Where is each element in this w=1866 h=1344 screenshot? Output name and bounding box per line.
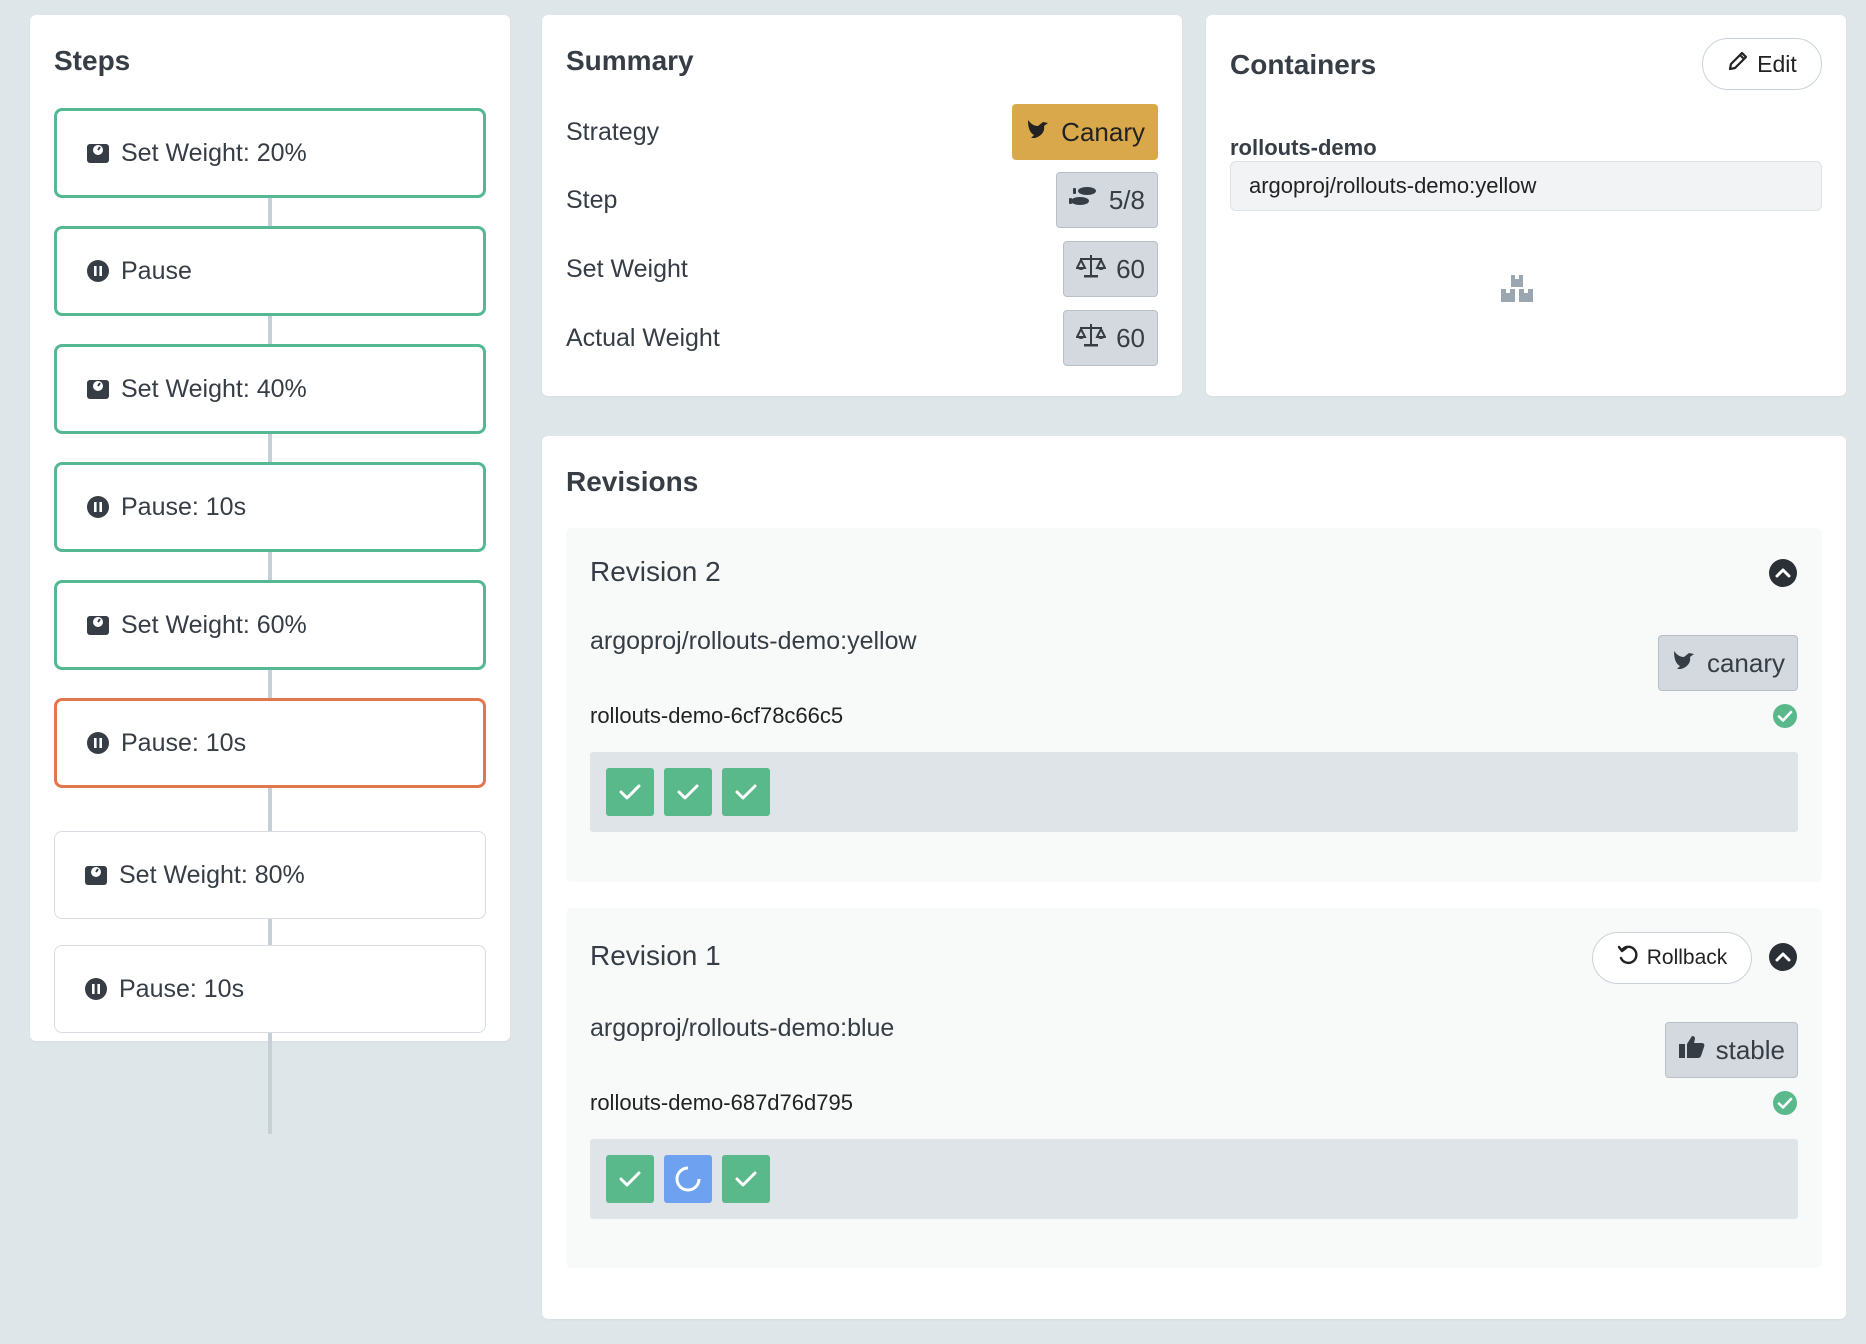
step-label: Pause: 10s	[121, 728, 247, 757]
pod-status-ok[interactable]	[722, 768, 770, 816]
strategy-badge: Canary	[1012, 104, 1158, 160]
replicaset-name[interactable]: rollouts-demo-6cf78c66c5	[590, 703, 843, 729]
actual-weight-label: Actual Weight	[566, 323, 720, 352]
pod-status-ok[interactable]	[606, 1155, 654, 1203]
steps-title: Steps	[54, 45, 131, 76]
step-label: Pause	[121, 256, 192, 285]
step-label: Set Weight: 80%	[119, 860, 305, 889]
pencil-icon	[1727, 50, 1749, 78]
check-icon	[619, 1171, 641, 1187]
replicaset-name[interactable]: rollouts-demo-687d76d795	[590, 1090, 853, 1116]
scale-weight-icon	[85, 140, 111, 166]
pod-status-ok[interactable]	[606, 768, 654, 816]
chevron-up-icon[interactable]	[1768, 558, 1798, 588]
pods-bar	[590, 752, 1798, 832]
step-label: Pause: 10s	[119, 974, 245, 1003]
revisions-title: Revisions	[566, 466, 699, 497]
revision-image: argoproj/rollouts-demo:blue	[590, 1014, 895, 1042]
step-pause[interactable]: Pause	[54, 226, 486, 316]
undo-icon	[1617, 944, 1639, 972]
step-pause-10s-current[interactable]: Pause: 10s	[54, 698, 486, 788]
strategy-label: Strategy	[566, 117, 660, 146]
step-label: Set Weight: 40%	[121, 374, 307, 403]
step-pause-10s-final[interactable]: Pause: 10s	[54, 945, 486, 1033]
revision-title: Revision 1	[590, 940, 721, 971]
edit-button[interactable]: Edit	[1702, 38, 1822, 90]
revision-card: Revision 1 Rollback argoproj/rollouts-de…	[566, 908, 1822, 1268]
set-weight-value: 60	[1116, 253, 1145, 284]
pod-status-ok[interactable]	[722, 1155, 770, 1203]
container-image-field[interactable]: argoproj/rollouts-demo:yellow	[1230, 161, 1822, 211]
summary-step-row: Step 5/8	[566, 172, 1158, 228]
pod-status-progress[interactable]	[664, 1155, 712, 1203]
revision-title: Revision 2	[590, 556, 721, 587]
edit-label: Edit	[1757, 50, 1797, 77]
summary-title: Summary	[566, 45, 694, 76]
step-label: Step	[566, 185, 618, 214]
balance-scale-icon	[1075, 253, 1107, 286]
bird-icon	[1671, 647, 1697, 680]
step-label: Set Weight: 20%	[121, 138, 307, 167]
step-set-weight-20[interactable]: Set Weight: 20%	[54, 108, 486, 198]
rollback-label: Rollback	[1646, 946, 1728, 969]
actual-weight-badge: 60	[1063, 310, 1158, 366]
step-set-weight-60[interactable]: Set Weight: 60%	[54, 580, 486, 670]
pause-icon	[85, 258, 111, 284]
step-set-weight-80[interactable]: Set Weight: 80%	[54, 831, 486, 919]
revision-image: argoproj/rollouts-demo:yellow	[590, 627, 917, 655]
boxes-icon	[1500, 273, 1536, 310]
scale-weight-icon	[85, 612, 111, 638]
set-weight-badge: 60	[1063, 241, 1158, 297]
balance-scale-icon	[1075, 322, 1107, 355]
scale-weight-icon	[85, 376, 111, 402]
check-circle-icon	[1773, 1091, 1797, 1115]
actual-weight-value: 60	[1116, 322, 1145, 353]
pods-bar	[590, 1139, 1798, 1219]
check-circle-icon	[1773, 704, 1797, 728]
chevron-up-icon[interactable]	[1768, 942, 1798, 972]
summary-panel: Summary Strategy Canary Step 5/8 Set Wei…	[542, 15, 1182, 396]
pod-status-ok[interactable]	[664, 768, 712, 816]
rollback-button[interactable]: Rollback	[1592, 932, 1752, 984]
check-icon	[677, 784, 699, 800]
shoe-prints-icon	[1068, 184, 1099, 217]
step-badge: 5/8	[1055, 172, 1158, 228]
container-name: rollouts-demo	[1230, 135, 1377, 160]
revision-card: Revision 2 argoproj/rollouts-demo:yellow…	[566, 528, 1822, 882]
steps-panel: Steps Set Weight: 20% Pause Set Weight: …	[30, 15, 510, 1134]
thumbs-up-icon	[1678, 1034, 1706, 1067]
pause-icon	[85, 730, 111, 756]
pause-icon	[83, 976, 109, 1002]
summary-set-weight-row: Set Weight 60	[566, 241, 1158, 297]
strategy-value: Canary	[1061, 116, 1145, 147]
check-icon	[735, 784, 757, 800]
step-set-weight-40[interactable]: Set Weight: 40%	[54, 344, 486, 434]
badge-label: stable	[1715, 1034, 1785, 1065]
containers-panel: Containers Edit rollouts-demo argoproj/r…	[1206, 15, 1846, 396]
badge-label: canary	[1706, 647, 1785, 678]
bird-icon	[1025, 116, 1051, 149]
step-pause-10s[interactable]: Pause: 10s	[54, 462, 486, 552]
step-value: 5/8	[1108, 184, 1145, 215]
revisions-panel: Revisions Revision 2 argoproj/rollouts-d…	[542, 436, 1846, 1319]
step-label: Pause: 10s	[121, 492, 247, 521]
stable-badge: stable	[1664, 1022, 1798, 1078]
pause-icon	[85, 494, 111, 520]
containers-title: Containers	[1230, 49, 1377, 80]
summary-strategy-row: Strategy Canary	[566, 104, 1158, 160]
check-icon	[735, 1171, 757, 1187]
step-label: Set Weight: 60%	[121, 610, 307, 639]
scale-weight-icon	[83, 862, 109, 888]
spinner-icon	[675, 1166, 701, 1192]
canary-badge: canary	[1657, 635, 1798, 691]
set-weight-label: Set Weight	[566, 254, 688, 283]
check-icon	[619, 784, 641, 800]
summary-actual-weight-row: Actual Weight 60	[566, 310, 1158, 366]
